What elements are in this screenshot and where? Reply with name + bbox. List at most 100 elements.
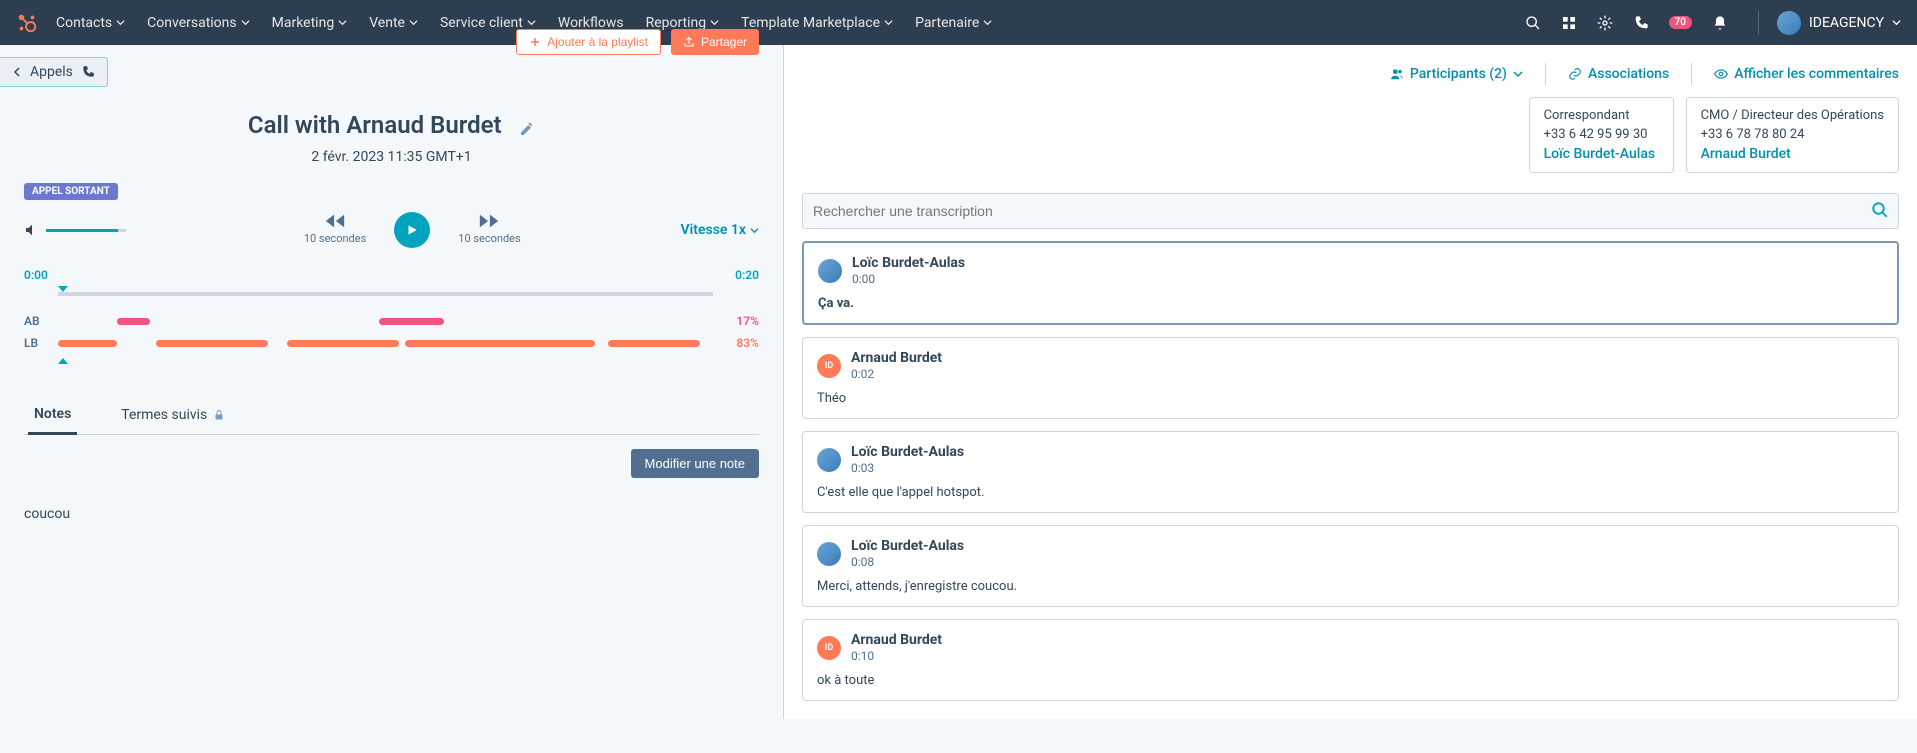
notification-badge: 70 — [1669, 16, 1692, 29]
tab-terms-label: Termes suivis — [121, 407, 207, 423]
share-button[interactable]: Partager — [671, 29, 759, 55]
speaker-name: Arnaud Burdet — [851, 632, 942, 648]
nav-item-partenaire[interactable]: Partenaire — [915, 15, 992, 31]
share-icon — [683, 36, 695, 48]
nav-item-vente[interactable]: Vente — [369, 15, 418, 31]
chevron-down-icon — [527, 18, 536, 27]
transcript-entry[interactable]: Loïc Burdet-Aulas0:03C'est elle que l'ap… — [802, 431, 1899, 513]
left-panel: Appels Ajouter à la playlist Partager Ca… — [0, 45, 783, 719]
participants-toggle[interactable]: Participants (2) — [1390, 66, 1523, 82]
phone-nav-icon[interactable] — [1633, 15, 1649, 31]
speaker-lb-track[interactable] — [58, 340, 713, 347]
chevron-down-icon — [241, 18, 250, 27]
speech-segment — [58, 340, 117, 347]
participant-card: CMO / Directeur des Opérations+33 6 78 7… — [1686, 97, 1899, 173]
add-playlist-button[interactable]: Ajouter à la playlist — [516, 29, 661, 55]
transcript-entry[interactable]: IDArnaud Burdet0:10ok à toute — [802, 619, 1899, 701]
chevron-down-icon — [409, 18, 418, 27]
volume-icon[interactable] — [24, 222, 40, 238]
speech-segment — [608, 340, 700, 347]
marketplace-icon[interactable] — [1561, 15, 1577, 31]
forward-label: 10 secondes — [458, 232, 520, 245]
tab-notes[interactable]: Notes — [28, 396, 77, 435]
transcript-entry[interactable]: Loïc Burdet-Aulas0:08Merci, attends, j'e… — [802, 525, 1899, 607]
transcript-entry[interactable]: IDArnaud Burdet0:02Théo — [802, 337, 1899, 419]
back-button[interactable]: Appels — [0, 57, 108, 87]
speech-segment — [379, 318, 445, 325]
tab-terms[interactable]: Termes suivis — [115, 396, 231, 434]
speaker-avatar — [817, 542, 841, 566]
nav-item-contacts[interactable]: Contacts — [56, 15, 125, 31]
lock-icon — [213, 409, 225, 421]
add-playlist-label: Ajouter à la playlist — [547, 35, 648, 49]
bell-icon[interactable] — [1712, 15, 1728, 31]
nav-item-label: Service client — [440, 15, 523, 31]
speaker-avatar — [817, 448, 841, 472]
chevron-down-icon — [1513, 69, 1523, 79]
associations-link[interactable]: Associations — [1568, 66, 1669, 82]
chevron-down-icon — [116, 18, 125, 27]
phone-icon — [81, 65, 95, 79]
call-title: Call with Arnaud Burdet — [248, 111, 502, 139]
speech-segment — [287, 340, 398, 347]
nav-item-label: Partenaire — [915, 15, 979, 31]
user-avatar — [1777, 11, 1801, 35]
speech-time: 0:10 — [851, 649, 942, 663]
account-menu[interactable]: IDEAGENCY — [1758, 11, 1901, 35]
play-icon — [405, 223, 419, 237]
time-start: 0:00 — [24, 268, 48, 282]
speech-text: Ça va. — [818, 296, 1883, 311]
edit-title-button[interactable] — [519, 121, 535, 137]
speed-label: Vitesse 1x — [681, 222, 746, 238]
associations-label: Associations — [1588, 66, 1669, 82]
playhead-bottom — [58, 358, 68, 364]
tab-notes-label: Notes — [34, 406, 71, 422]
notifications-icon[interactable]: 70 — [1669, 16, 1692, 29]
search-transcript-button[interactable] — [1871, 201, 1889, 219]
nav-item-label: Conversations — [147, 15, 236, 31]
note-content: coucou — [24, 478, 759, 522]
speech-segment — [117, 318, 150, 325]
participant-phone: +33 6 78 78 80 24 — [1701, 127, 1884, 142]
rewind-button[interactable]: 10 secondes — [304, 212, 366, 245]
nav-item-conversations[interactable]: Conversations — [147, 15, 249, 31]
search-icon[interactable] — [1525, 15, 1541, 31]
edit-note-label: Modifier une note — [645, 456, 745, 471]
play-button[interactable] — [394, 212, 430, 248]
nav-item-template-marketplace[interactable]: Template Marketplace — [741, 15, 893, 31]
speech-segment — [405, 340, 595, 347]
participant-phone: +33 6 42 95 99 30 — [1544, 127, 1659, 142]
speaker-lb-label: LB — [24, 336, 58, 350]
participant-name-link[interactable]: Arnaud Burdet — [1701, 146, 1884, 162]
show-comments-link[interactable]: Afficher les commentaires — [1714, 66, 1899, 82]
comments-label: Afficher les commentaires — [1734, 66, 1899, 82]
speaker-ab-track[interactable] — [58, 318, 713, 325]
eye-icon — [1714, 67, 1728, 81]
call-direction-tag: APPEL SORTANT — [24, 183, 118, 200]
volume-slider[interactable] — [46, 229, 126, 232]
chevron-down-icon — [338, 18, 347, 27]
timeline-track[interactable] — [58, 292, 713, 296]
settings-icon[interactable] — [1597, 15, 1613, 31]
speaker-avatar: ID — [817, 354, 841, 378]
share-label: Partager — [701, 35, 747, 49]
speed-selector[interactable]: Vitesse 1x — [681, 222, 759, 238]
rewind-label: 10 secondes — [304, 232, 366, 245]
chevron-down-icon — [750, 226, 759, 235]
separator — [1691, 63, 1692, 85]
participant-card: Correspondant+33 6 42 95 99 30Loïc Burde… — [1529, 97, 1674, 173]
forward-button[interactable]: 10 secondes — [458, 212, 520, 245]
participant-name-link[interactable]: Loïc Burdet-Aulas — [1544, 146, 1659, 162]
transcript-entry[interactable]: Loïc Burdet-Aulas0:00Ça va. — [802, 241, 1899, 325]
edit-note-button[interactable]: Modifier une note — [631, 449, 759, 478]
nav-item-marketing[interactable]: Marketing — [272, 15, 348, 31]
speaker-avatar: ID — [817, 636, 841, 660]
speech-time: 0:02 — [851, 367, 942, 381]
transcript-search-input[interactable] — [802, 193, 1899, 229]
speech-time: 0:08 — [851, 555, 964, 569]
link-icon — [1568, 67, 1582, 81]
playhead-top — [58, 286, 68, 292]
speaker-ab-pct: 17% — [713, 314, 759, 328]
speech-text: Théo — [817, 391, 1884, 406]
nav-item-label: Template Marketplace — [741, 15, 880, 31]
